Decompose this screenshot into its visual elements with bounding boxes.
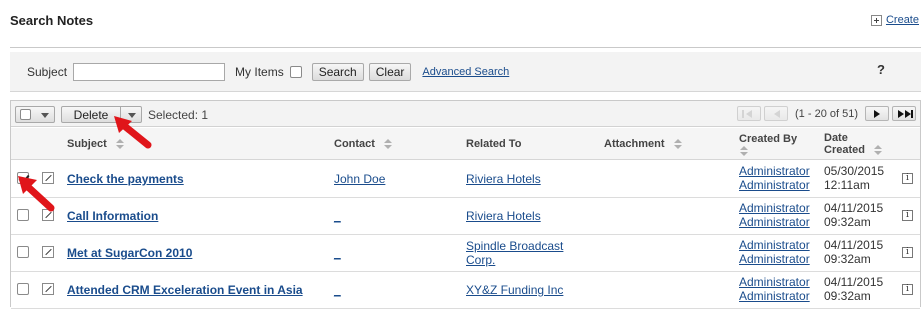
select-all-dropdown[interactable] [15, 106, 55, 123]
row-contact-link[interactable]: _ [334, 246, 341, 260]
page-title: Search Notes [10, 13, 94, 28]
row-time: 09:32am [824, 289, 871, 303]
column-related-to-label[interactable]: Related To [466, 138, 521, 150]
row-contact-link[interactable]: _ [334, 283, 341, 297]
first-page-button[interactable] [737, 106, 762, 121]
subject-input[interactable] [73, 62, 226, 81]
column-related-to[interactable]: Related To [466, 138, 521, 150]
row-date-created: 04/11/2015 09:32am [824, 275, 883, 303]
info-icon[interactable]: i [902, 173, 913, 184]
arrow-annotation-delete [114, 116, 152, 149]
row-checkbox[interactable] [17, 246, 29, 258]
plus-icon [870, 14, 882, 26]
sort-icon[interactable] [739, 146, 749, 157]
row-date-created: 05/30/2015 12:11am [824, 164, 884, 192]
row-date: 04/11/2015 [824, 275, 884, 289]
table-row: Met at SugarCon 2010 _ Spindle Broadcast… [11, 235, 920, 272]
page-range: (1 - 20 of 51) [795, 107, 858, 120]
arrow-annotation-checkbox [18, 176, 55, 212]
info-icon[interactable]: i [902, 247, 913, 258]
subject-label: Subject [27, 64, 68, 79]
column-date-created-label-1[interactable]: Date [824, 132, 848, 144]
row-related-link-cont[interactable]: Corp. [466, 253, 495, 267]
table-row: Attended CRM Exceleration Event in Asia … [11, 272, 920, 309]
row-date-created: 04/11/2015 09:32am [824, 238, 883, 266]
info-icon[interactable]: i [902, 210, 913, 221]
row-date: 04/11/2015 [824, 238, 884, 252]
advanced-search-link[interactable]: Advanced Search [422, 66, 509, 78]
row-related: Spindle Broadcast Corp. [466, 239, 563, 267]
row-subject-link[interactable]: Attended CRM Exceleration Event in Asia [67, 283, 303, 297]
row-created-by-link[interactable]: Administrator [739, 201, 810, 215]
row-created-by: Administrator Administrator [739, 238, 810, 266]
search-button[interactable]: Search [311, 62, 364, 81]
row-related-link[interactable]: Riviera Hotels [466, 172, 541, 186]
row-time: 09:32am [824, 215, 871, 229]
select-all-checkbox[interactable] [20, 109, 31, 120]
column-attachment-label[interactable]: Attachment [604, 138, 665, 150]
column-contact-label[interactable]: Contact [334, 138, 375, 150]
column-contact[interactable]: Contact [334, 138, 393, 150]
sort-icon[interactable] [673, 139, 683, 150]
row-created-by-link[interactable]: Administrator [739, 238, 810, 252]
row-created-by: Administrator Administrator [739, 164, 810, 192]
pencil-icon[interactable] [42, 283, 54, 295]
clear-button[interactable]: Clear [368, 62, 412, 81]
row-contact-link[interactable]: _ [334, 209, 341, 223]
row-modified-by-link[interactable]: Administrator [739, 178, 810, 192]
next-page-button[interactable] [865, 106, 889, 121]
table-row: Check the payments John Doe Riviera Hote… [11, 161, 920, 198]
column-date-created[interactable]: Date Created [824, 132, 883, 156]
pagination: (1 - 20 of 51) [737, 106, 916, 121]
column-created-by-label[interactable]: Created By [739, 133, 797, 145]
row-modified-by-link[interactable]: Administrator [739, 289, 810, 303]
column-created-by[interactable]: Created By [739, 133, 797, 157]
column-attachment[interactable]: Attachment [604, 138, 683, 150]
row-contact-link[interactable]: John Doe [334, 172, 385, 186]
pencil-icon[interactable] [42, 246, 54, 258]
previous-page-button[interactable] [764, 106, 789, 121]
chevron-down-icon [41, 113, 49, 118]
row-created-by-link[interactable]: Administrator [739, 164, 810, 178]
row-related-link[interactable]: Riviera Hotels [466, 209, 541, 223]
row-created-by-link[interactable]: Administrator [739, 275, 810, 289]
column-subject-label[interactable]: Subject [67, 138, 107, 150]
row-created-by: Administrator Administrator [739, 275, 810, 303]
column-date-created-label-2[interactable]: Created [824, 144, 865, 156]
my-items-checkbox[interactable] [289, 65, 302, 78]
row-date: 04/11/2015 [824, 201, 884, 215]
row-subject-link[interactable]: Call Information [67, 209, 158, 223]
sort-icon[interactable] [383, 139, 393, 150]
row-related-link[interactable]: Spindle Broadcast [466, 239, 563, 253]
sort-icon[interactable] [873, 145, 883, 156]
row-created-by: Administrator Administrator [739, 201, 810, 229]
row-date-created: 04/11/2015 09:32am [824, 201, 883, 229]
last-page-button[interactable] [892, 106, 916, 121]
row-time: 12:11am [824, 178, 870, 192]
table-row: Call Information _ Riviera Hotels Admini… [11, 198, 920, 235]
selected-count: Selected: 1 [148, 108, 209, 122]
divider [10, 47, 921, 48]
row-subject-link[interactable]: Met at SugarCon 2010 [67, 246, 192, 260]
row-checkbox[interactable] [17, 283, 29, 295]
create-link-label[interactable]: Create [886, 14, 919, 26]
my-items-label: My Items [235, 64, 284, 79]
row-related-link[interactable]: XY&Z Funding Inc [466, 283, 563, 297]
search-form: Subject My Items Search Clear Advanced S… [10, 52, 921, 92]
create-link[interactable]: Create [870, 14, 919, 26]
row-time: 09:32am [824, 252, 871, 266]
row-modified-by-link[interactable]: Administrator [739, 215, 810, 229]
info-icon[interactable]: i [902, 284, 913, 295]
row-date: 05/30/2015 [824, 164, 885, 178]
help-icon[interactable]: ? [877, 62, 885, 77]
row-subject-link[interactable]: Check the payments [67, 172, 184, 186]
row-modified-by-link[interactable]: Administrator [739, 252, 810, 266]
